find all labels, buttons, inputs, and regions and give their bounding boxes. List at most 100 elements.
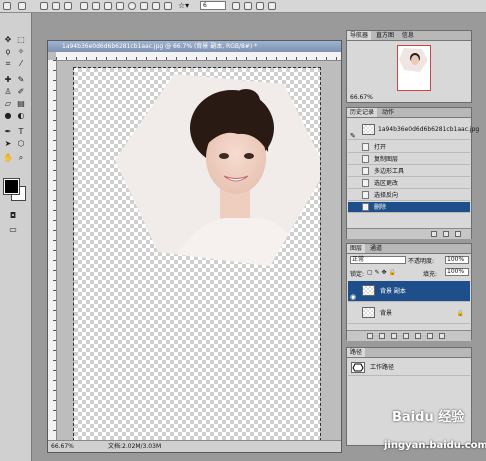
document-title[interactable]: 1a94b36e0d6d6b6281cb1aac.jpg @ 66.7% (背景… [48, 41, 341, 52]
history-item-label: 多边形工具 [374, 168, 405, 175]
history-brush-icon[interactable]: ✐ [16, 87, 26, 97]
delete-state-icon[interactable] [455, 231, 461, 237]
new-document-from-state-icon[interactable] [431, 231, 437, 237]
tab-actions[interactable]: 动作 [379, 108, 397, 117]
fill-input[interactable]: 100% [445, 268, 469, 276]
history-item[interactable]: 选择反向 [348, 190, 470, 201]
clone-stamp-icon[interactable]: ♙ [3, 87, 13, 97]
navigator-thumbnail[interactable] [397, 45, 431, 91]
file-info[interactable]: 文档:2.02M/3.03M [108, 441, 161, 452]
history-item-label: 选区更改 [374, 180, 399, 187]
history-item[interactable]: 选区更改 [348, 178, 470, 189]
hand-tool-icon[interactable]: ✋ [3, 153, 13, 163]
subtract-shape-icon[interactable] [244, 2, 252, 10]
tool-preset-icon[interactable] [3, 2, 11, 10]
blur-tool-icon[interactable]: ● [3, 111, 13, 121]
tab-channels[interactable]: 通道 [367, 244, 385, 253]
adjustment-layer-icon[interactable] [403, 333, 409, 339]
history-item[interactable]: 多边形工具 [348, 166, 470, 177]
marquee-tool-icon[interactable]: ⬚ [16, 35, 26, 45]
opacity-input[interactable]: 100% [445, 256, 469, 264]
tab-navigator[interactable]: 导航器 [347, 31, 372, 40]
layer-row[interactable]: 背景 🔒 [348, 303, 470, 324]
navigator-zoom[interactable]: 66.67% [350, 94, 373, 101]
polygon-icon[interactable] [140, 2, 148, 10]
healing-brush-icon[interactable]: ✚ [3, 75, 13, 85]
new-group-icon[interactable] [415, 333, 421, 339]
new-snapshot-icon[interactable] [443, 231, 449, 237]
link-layers-icon[interactable] [367, 333, 373, 339]
watermark-url: jingyan.baidu.com [384, 440, 486, 451]
history-item[interactable]: 打开 [348, 142, 470, 153]
shape-layers-icon[interactable] [40, 2, 48, 10]
sides-input[interactable]: 6 [200, 1, 226, 10]
history-state-icon [362, 191, 369, 199]
move-tool-icon[interactable]: ✥ [3, 35, 13, 45]
foreground-color-swatch[interactable] [3, 178, 20, 195]
pen-mode-icon[interactable] [18, 2, 26, 10]
toolbox: ✥ ⬚ ϙ ✧ ⌗ ⁄ ✚ ✎ ♙ ✐ ▱ ▤ ● ◐ ✒ T ➤ ⬡ ✋ ⌕ … [0, 13, 32, 461]
zoom-level[interactable]: 66.67% [51, 441, 74, 452]
ellipse-icon[interactable] [128, 2, 136, 10]
history-item[interactable]: 删除 [348, 202, 470, 213]
custom-shape-icon[interactable] [164, 2, 172, 10]
history-panel: 历史记录 动作 ✎ 1a94b36e0d6d6b6281cb1aac.jpg 打… [346, 107, 479, 239]
watermark: Baidu 经验 [392, 406, 464, 425]
layers-buttons [347, 330, 471, 341]
fill-pixels-icon[interactable] [64, 2, 72, 10]
shape-tool-icon[interactable]: ⬡ [16, 139, 26, 149]
zoom-tool-icon[interactable]: ⌕ [16, 153, 26, 163]
layer-row[interactable]: ◉ 背景 副本 [348, 281, 470, 302]
intersect-shape-icon[interactable] [256, 2, 264, 10]
tab-layers[interactable]: 图层 [347, 244, 366, 253]
path-select-icon[interactable]: ➤ [3, 139, 13, 149]
pen-tool-icon[interactable]: ✒ [3, 127, 13, 137]
layer-style-icon[interactable] [379, 333, 385, 339]
exclude-shape-icon[interactable] [268, 2, 276, 10]
opacity-label: 不透明度: [408, 258, 435, 265]
new-layer-icon[interactable] [427, 333, 433, 339]
lock-icons[interactable]: ▢ ✎ ✥ 🔒 [367, 269, 396, 276]
tab-history[interactable]: 历史记录 [347, 108, 378, 117]
blend-mode-select[interactable]: 正常 [350, 256, 406, 264]
tab-paths[interactable]: 路径 [347, 348, 366, 357]
canvas[interactable] [73, 67, 321, 441]
horizontal-ruler [56, 52, 341, 61]
layer-mask-icon[interactable] [391, 333, 397, 339]
delete-layer-icon[interactable] [439, 333, 445, 339]
line-icon[interactable] [152, 2, 160, 10]
type-tool-icon[interactable]: T [16, 127, 26, 137]
navigator-preview-image [399, 48, 428, 72]
brush-tool-icon[interactable]: ✎ [16, 75, 26, 85]
crop-tool-icon[interactable]: ⌗ [3, 59, 13, 69]
pen-icon[interactable] [80, 2, 88, 10]
eraser-icon[interactable]: ▱ [3, 99, 13, 109]
eyedropper-icon[interactable]: ⁄ [16, 59, 26, 69]
rectangle-icon[interactable] [104, 2, 112, 10]
history-tabs: 历史记录 动作 [347, 108, 471, 118]
magic-wand-icon[interactable]: ✧ [16, 47, 26, 57]
dodge-tool-icon[interactable]: ◐ [16, 111, 26, 121]
paths-icon[interactable] [52, 2, 60, 10]
rounded-rectangle-icon[interactable] [116, 2, 124, 10]
layer-thumbnail [362, 307, 375, 318]
snapshot-thumbnail [362, 124, 375, 135]
freeform-pen-icon[interactable] [92, 2, 100, 10]
gradient-tool-icon[interactable]: ▤ [16, 99, 26, 109]
quick-mask-icon[interactable]: ◘ [8, 211, 18, 221]
history-item-label: 复制图层 [374, 156, 399, 163]
tab-info[interactable]: 信息 [399, 31, 417, 40]
tab-histogram[interactable]: 直方图 [373, 31, 397, 40]
add-shape-area-icon[interactable] [232, 2, 240, 10]
layers-tabs: 图层 通道 [347, 244, 471, 254]
history-state-icon [362, 143, 369, 151]
status-bar: 66.67% 文档:2.02M/3.03M [48, 440, 341, 452]
history-snapshot[interactable]: ✎ 1a94b36e0d6d6b6281cb1aac.jpg [348, 120, 479, 140]
screen-mode-icon[interactable]: ▭ [8, 225, 18, 235]
hexagon-photo [115, 74, 320, 266]
path-item[interactable]: 工作路径 [348, 360, 470, 376]
layer-thumbnail [362, 285, 375, 296]
lasso-tool-icon[interactable]: ϙ [3, 47, 13, 57]
sides-label-icon: ☆▾ [178, 1, 190, 10]
history-item[interactable]: 复制图层 [348, 154, 470, 165]
